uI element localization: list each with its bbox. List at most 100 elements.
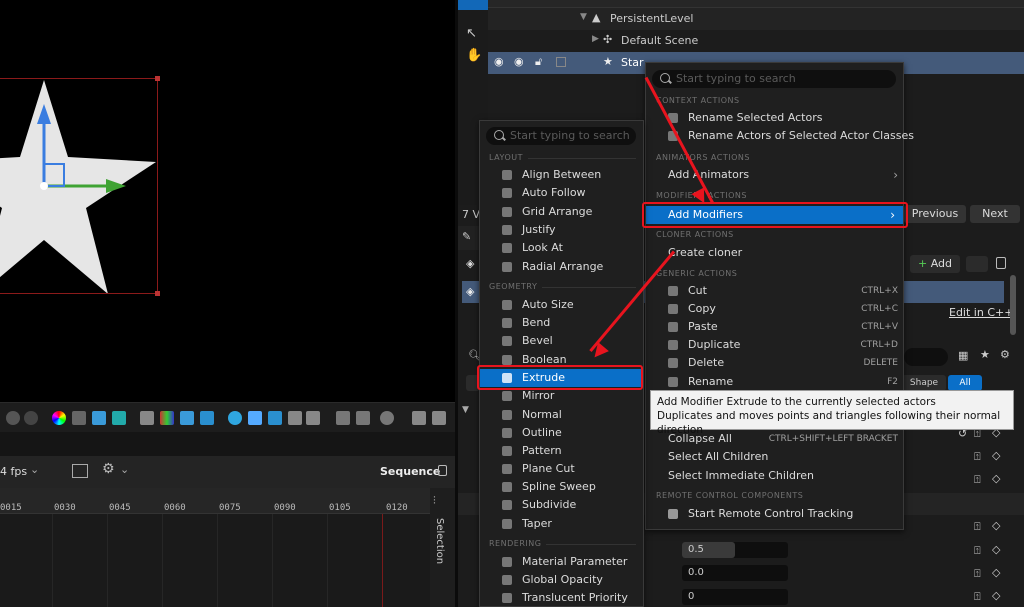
previous-button[interactable]: Previous <box>904 205 966 223</box>
subdivide-item[interactable]: Subdivide <box>502 496 642 514</box>
selection-handle[interactable] <box>155 291 160 296</box>
translucent-priority-item[interactable]: Translucent Priority <box>502 589 642 607</box>
eye-icon[interactable]: ◉ <box>514 55 524 68</box>
settings-icon[interactable]: ⫶ <box>433 494 436 508</box>
gamepad-icon[interactable] <box>140 411 154 425</box>
normal-item[interactable]: Normal <box>502 406 642 424</box>
bevel-item[interactable]: Bevel <box>502 332 642 350</box>
context-search-input[interactable]: Start typing to search <box>652 70 896 88</box>
keyframe-icon[interactable]: ⍐ <box>974 590 981 604</box>
modifiers-search-input[interactable]: Start typing to search <box>486 127 636 145</box>
rotate-icon[interactable] <box>380 411 394 425</box>
image-icon[interactable] <box>412 411 426 425</box>
lock-icon[interactable] <box>996 257 1006 269</box>
chevron-right-icon[interactable]: ▶ <box>592 34 599 44</box>
chevron-down-icon[interactable]: ▼ <box>580 12 587 22</box>
select-all-children-item[interactable]: Select All Children <box>668 448 898 466</box>
keyframe-icon[interactable]: ⍐ <box>974 567 981 581</box>
paste-item[interactable]: Paste CTRL+V <box>668 318 898 336</box>
pencil-icon[interactable]: ✎ <box>462 230 471 243</box>
keyframe-icon[interactable]: ⍐ <box>974 473 981 487</box>
value-field[interactable]: 0 <box>682 589 788 605</box>
blueprint-icon[interactable] <box>966 256 988 272</box>
chevron-down-icon[interactable]: ▼ <box>462 405 469 415</box>
sun-icon[interactable] <box>248 411 262 425</box>
rename-item[interactable]: Rename F2 <box>668 373 898 391</box>
shape-tab[interactable]: Shape <box>902 375 946 391</box>
maximize-icon[interactable] <box>432 411 446 425</box>
mode-tab-active[interactable] <box>458 0 488 10</box>
taper-item[interactable]: Taper <box>502 515 642 533</box>
diamond-icon[interactable]: ◇ <box>992 519 1000 532</box>
frame-icon[interactable] <box>200 411 214 425</box>
value-field-slider[interactable]: 0.5 <box>682 542 788 558</box>
dropdown-circle-icon[interactable] <box>24 411 38 425</box>
next-button[interactable]: Next <box>970 205 1020 223</box>
select-immediate-children-item[interactable]: Select Immediate Children <box>668 467 898 485</box>
material-parameter-item[interactable]: Material Parameter <box>502 553 642 571</box>
start-remote-tracking-item[interactable]: Start Remote Control Tracking <box>668 505 898 523</box>
eye-icon[interactable]: ◉ <box>494 55 504 68</box>
time-ruler[interactable]: 0015 0030 0045 0060 0075 0090 0105 0120 <box>0 488 430 514</box>
delete-item[interactable]: Delete DELETE <box>668 354 898 372</box>
duplicate-item[interactable]: Duplicate CTRL+D <box>668 336 898 354</box>
create-cloner-item[interactable]: Create cloner <box>668 244 898 262</box>
circle-icon[interactable] <box>6 411 20 425</box>
selection-tab-label[interactable]: Selection <box>434 518 445 564</box>
scrollbar[interactable] <box>1010 275 1016 335</box>
star-icon[interactable]: ★ <box>980 348 990 361</box>
outliner-row[interactable]: ▶ ✣ Default Scene <box>488 30 1024 52</box>
outline-item[interactable]: Outline <box>502 424 642 442</box>
stats-icon[interactable] <box>356 411 370 425</box>
sequencer-side-tab[interactable]: ⫶ Selection <box>430 488 455 607</box>
scale-snap-icon[interactable] <box>112 411 126 425</box>
ruler-icon[interactable] <box>268 411 282 425</box>
value-field[interactable]: 0.0 <box>682 565 788 581</box>
copy-item[interactable]: Copy CTRL+C <box>668 300 898 318</box>
unlock-icon[interactable]: 🔓︎ <box>535 55 542 69</box>
transform-icon[interactable] <box>306 411 320 425</box>
layers-icon[interactable] <box>180 411 194 425</box>
pointer-icon[interactable]: ↖ <box>466 26 477 41</box>
rename-selected-actors-item[interactable]: Rename Selected Actors <box>668 109 898 127</box>
details-search-input[interactable] <box>904 348 948 366</box>
filter-icon[interactable] <box>288 411 302 425</box>
color-wheel-icon[interactable] <box>52 411 66 425</box>
look-at-item[interactable]: Look At <box>502 239 642 257</box>
all-tab[interactable]: All <box>948 375 982 391</box>
viewport[interactable] <box>0 0 455 402</box>
align-between-item[interactable]: Align Between <box>502 166 642 184</box>
diamond-icon[interactable]: ◇ <box>992 566 1000 579</box>
diamond-icon[interactable]: ◇ <box>992 472 1000 485</box>
outliner-row[interactable]: ▼ ▲ PersistentLevel <box>488 8 1024 30</box>
diamond-icon[interactable]: ◇ <box>992 543 1000 556</box>
rename-actor-classes-item[interactable]: Rename Actors of Selected Actor Classes <box>668 127 914 145</box>
grid-snap-icon[interactable] <box>72 411 86 425</box>
checkbox[interactable] <box>556 57 566 67</box>
angle-snap-icon[interactable] <box>92 411 106 425</box>
justify-item[interactable]: Justify <box>502 221 642 239</box>
table-icon[interactable]: ▦ <box>958 349 968 362</box>
diamond-icon[interactable]: ◇ <box>992 589 1000 602</box>
gear-icon[interactable]: ⚙ <box>102 461 115 477</box>
pattern-item[interactable]: Pattern <box>502 442 642 460</box>
radial-arrange-item[interactable]: Radial Arrange <box>502 258 642 276</box>
chevron-down-icon[interactable]: ⌄ <box>120 463 129 476</box>
selection-handle[interactable] <box>155 76 160 81</box>
fps-dropdown[interactable]: 4 fps <box>0 465 27 478</box>
hand-icon[interactable]: ✋ <box>466 48 482 63</box>
diamond-icon[interactable]: ◇ <box>992 449 1000 462</box>
cut-item[interactable]: Cut CTRL+X <box>668 282 898 300</box>
spline-sweep-item[interactable]: Spline Sweep <box>502 478 642 496</box>
chevron-down-icon[interactable]: ⌄ <box>30 463 39 476</box>
add-component-button[interactable]: + Add <box>910 255 960 273</box>
layout-icon[interactable] <box>336 411 350 425</box>
plane-cut-item[interactable]: Plane Cut <box>502 460 642 478</box>
keyframe-icon[interactable]: ⍐ <box>974 520 981 534</box>
edit-cpp-link[interactable]: Edit in C++ <box>949 306 1013 319</box>
lock-icon[interactable] <box>438 465 447 476</box>
eye-icon[interactable] <box>228 411 242 425</box>
global-opacity-item[interactable]: Global Opacity <box>502 571 642 589</box>
keyframe-icon[interactable]: ⍐ <box>974 450 981 464</box>
curve-editor-icon[interactable] <box>72 464 88 478</box>
